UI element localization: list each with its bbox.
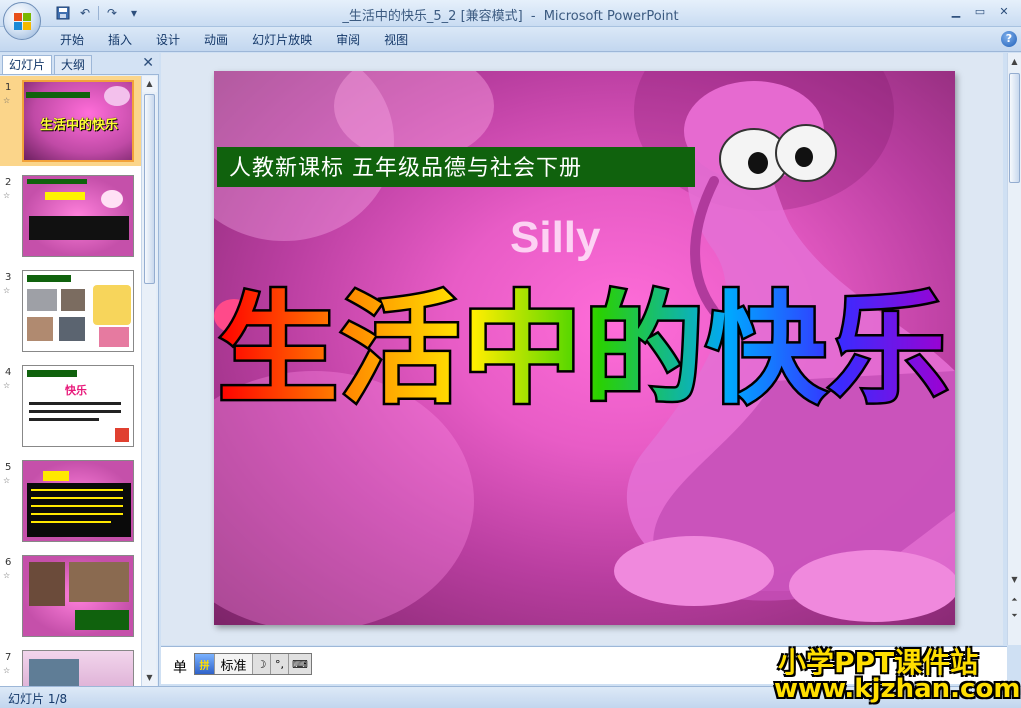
transition-icon: ☆ [3,476,11,485]
notes-text[interactable]: 单 [173,657,187,677]
transition-icon: ☆ [3,381,11,390]
punctuation-icon[interactable]: °, [271,654,289,674]
thumbnail-slide-3[interactable] [22,270,134,352]
transition-icon: ☆ [3,571,11,580]
ime-mode-button[interactable]: 标准 [215,654,253,674]
ribbon-tabs: 开始 插入 设计 动画 幻灯片放映 审阅 视图 [48,31,420,49]
tab-design[interactable]: 设计 [144,31,192,49]
transition-icon: ☆ [3,286,11,295]
slides-pane: 幻灯片 大纲 ✕ 1 ☆ 生活中的快乐 2 ☆ 3 ☆ 4 ☆ 快乐 5 ☆ 6… [0,53,159,686]
thumbnail-list[interactable]: 1 ☆ 生活中的快乐 2 ☆ 3 ☆ 4 ☆ 快乐 5 ☆ 6 ☆ 7 ☆ [0,76,142,686]
transition-icon: ☆ [3,666,11,675]
thumbnail-slide-5[interactable] [22,460,134,542]
scroll-up-icon[interactable]: ▲ [1008,55,1021,69]
transition-icon: ☆ [3,96,11,105]
scroll-down-icon[interactable]: ▼ [1008,573,1021,587]
tab-outline[interactable]: 大纲 [54,55,93,74]
help-icon[interactable]: ? [1001,31,1017,47]
thumbnail-slide-4[interactable]: 快乐 [22,365,134,447]
ime-logo-icon[interactable]: 拼 [195,654,215,674]
window-controls: ▁ ▭ ✕ [945,3,1015,20]
thumbnail-item[interactable]: 3 ☆ [0,266,142,356]
thumbnail-slide-1[interactable]: 生活中的快乐 [22,80,134,162]
watermark-url: www.kjzhan.com [774,674,1021,704]
thumbnail-slide-2[interactable] [22,175,134,257]
pane-close-icon[interactable]: ✕ [142,55,154,71]
minimize-button[interactable]: ▁ [945,3,967,20]
thumbnail-number: 5 [5,462,12,473]
ime-toolbar[interactable]: 拼 标准 ☽ °, ⌨ [194,653,312,675]
slide-subtitle-banner[interactable]: 人教新课标 五年级品德与社会下册 [217,147,695,187]
slide-scrollbar[interactable]: ▲ ▼ ⏶ ⏷ [1007,53,1021,645]
scroll-thumb[interactable] [144,94,155,284]
slide-title: 生活中的快乐 [218,281,950,420]
tab-review[interactable]: 审阅 [324,31,372,49]
thumbnail-number: 7 [5,652,12,663]
scroll-down-icon[interactable]: ▼ [142,670,157,686]
window-title: _生活中的快乐_5_2 [兼容模式] - Microsoft PowerPoin… [0,5,1021,24]
close-button[interactable]: ✕ [993,3,1015,20]
ribbon: 开始 插入 设计 动画 幻灯片放映 审阅 视图 ? [0,27,1021,52]
tab-insert[interactable]: 插入 [96,31,144,49]
pane-tabs: 幻灯片 大纲 ✕ [0,53,159,75]
thumbnail-title: 生活中的快乐 [40,118,119,133]
title-bar: ↶ ↷ ▾ _生活中的快乐_5_2 [兼容模式] - Microsoft Pow… [0,0,1021,27]
soft-keyboard-icon[interactable]: ⌨ [289,654,311,674]
thumbnail-number: 4 [5,367,12,378]
thumbnail-number: 6 [5,557,12,568]
transition-icon: ☆ [3,191,11,200]
thumbnail-scrollbar[interactable]: ▲ ▼ [141,76,157,686]
title-app-name: Microsoft PowerPoint [543,9,679,24]
office-logo-icon [14,13,31,30]
thumbnail-number: 2 [5,177,12,188]
maximize-button[interactable]: ▭ [969,3,991,20]
slide-counter: 幻灯片 1/8 [8,692,68,706]
tab-slideshow[interactable]: 幻灯片放映 [240,31,324,49]
scroll-thumb[interactable] [1009,73,1020,183]
current-slide[interactable]: Silly 人教新课标 五年级品德与社会下册 生活中的快乐 [214,71,955,625]
scroll-up-icon[interactable]: ▲ [142,76,157,92]
slide-title-art[interactable]: 生活中的快乐 [214,241,955,422]
thumbnail-title: 快乐 [65,384,87,397]
office-button[interactable] [3,2,41,40]
thumbnail-number: 1 [5,82,12,93]
thumbnail-item[interactable]: 7 ☆ [0,646,142,686]
tab-view[interactable]: 视图 [372,31,420,49]
thumbnail-item[interactable]: 4 ☆ 快乐 [0,361,142,451]
thumbnail-item[interactable]: 1 ☆ 生活中的快乐 [0,76,142,166]
tab-slides[interactable]: 幻灯片 [2,55,53,74]
thumbnail-number: 3 [5,272,12,283]
thumbnail-item[interactable]: 2 ☆ [0,171,142,261]
slide-subtitle-text: 人教新课标 五年级品德与社会下册 [229,156,582,181]
thumbnail-slide-7[interactable] [22,650,134,686]
tab-animations[interactable]: 动画 [192,31,240,49]
tab-home[interactable]: 开始 [48,31,96,49]
title-sep: - [530,9,536,24]
title-mode: [兼容模式] [460,9,523,24]
half-width-icon[interactable]: ☽ [253,654,271,674]
next-slide-icon[interactable]: ⏷ [1008,609,1021,623]
site-watermark: 小学PPT课件站 www.kjzhan.com [770,640,1020,704]
title-file: _生活中的快乐_5_2 [342,9,457,24]
thumbnail-item[interactable]: 5 ☆ [0,456,142,546]
thumbnail-slide-6[interactable] [22,555,134,637]
prev-slide-icon[interactable]: ⏶ [1008,593,1021,607]
thumbnail-item[interactable]: 6 ☆ [0,551,142,641]
